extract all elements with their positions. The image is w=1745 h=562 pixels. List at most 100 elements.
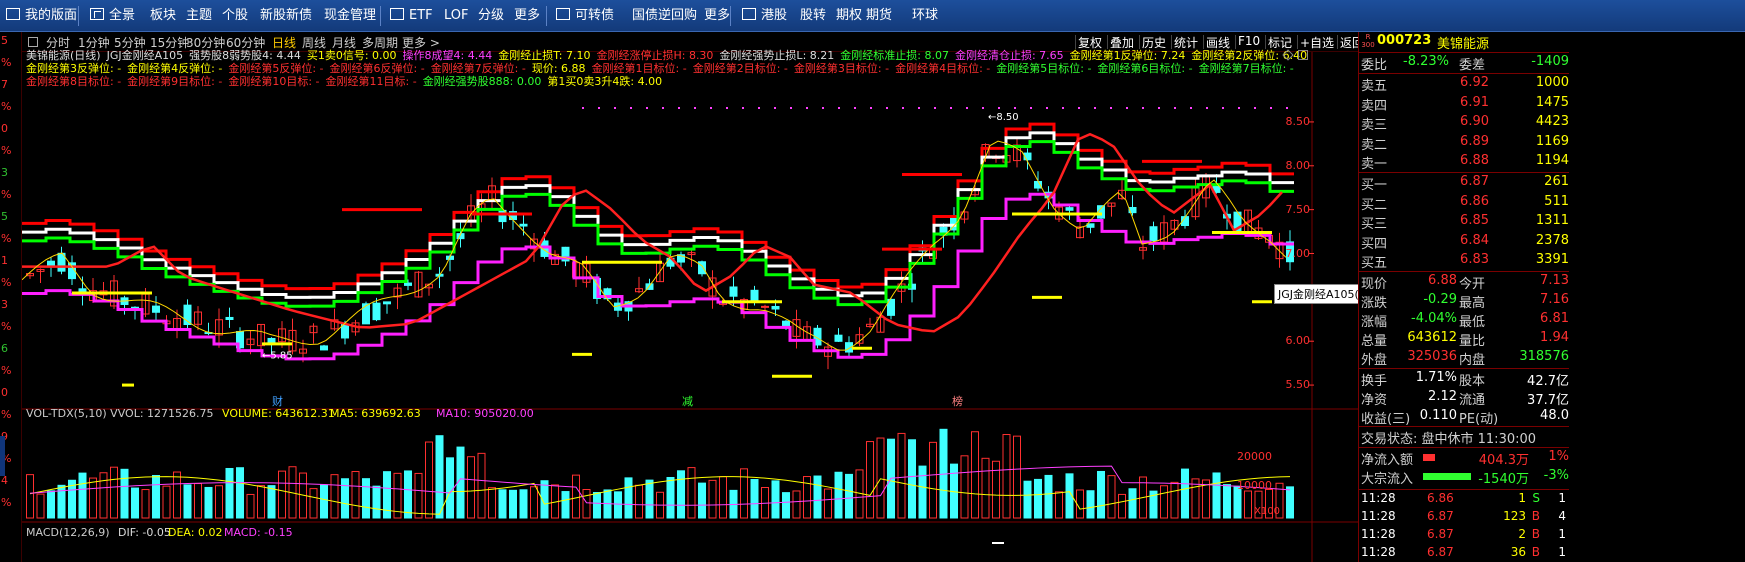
bid-price: 6.83 <box>1460 252 1489 267</box>
indicator-value: 金刚经第5目标位: - <box>996 62 1092 75</box>
candle-body <box>698 261 706 275</box>
menu-14[interactable]: 港股 <box>742 0 787 32</box>
ask-vol: 1475 <box>1535 94 1569 110</box>
trading-app: 我的版面 全景 板块 主题 个股 新股新债 现金管理 ETF LOF 分级 更多 可转债 国债逆回购 更多… <box>0 0 1745 562</box>
volume-bar <box>194 483 202 519</box>
tool-sep <box>1075 35 1076 49</box>
menu-15[interactable]: 股转 <box>800 0 826 32</box>
chart-area[interactable]: 分时 1分钟 5分钟 15分钟 30分钟 60分钟 日线 周线 月线 多周期 更多 > 复权 叠加 历史统… <box>22 32 1512 562</box>
left-strip-text: 0 <box>1 386 8 399</box>
price-tick: 8.00 <box>1285 158 1311 172</box>
dot-mark <box>758 107 760 109</box>
dot-mark <box>790 107 792 109</box>
left-strip-text: % <box>1 100 12 113</box>
dot-mark <box>1254 107 1256 109</box>
row-divider <box>1359 172 1569 173</box>
stock-name[interactable]: 美锦能源 <box>1437 33 1489 52</box>
volume-bar <box>99 472 108 519</box>
volume-bar <box>929 441 937 519</box>
tool-sep <box>1107 35 1108 49</box>
menu-4[interactable]: 个股 <box>222 0 248 32</box>
ask-row: 卖二 6.89 1169 <box>1359 134 1569 153</box>
menu-10[interactable]: 更多 <box>514 0 540 32</box>
menu-5[interactable]: 新股新债 <box>260 0 312 32</box>
dot-mark <box>726 107 728 109</box>
menu-9[interactable]: 分级 <box>478 0 504 32</box>
kline-chart[interactable]: ←8.50 ←5.85 财 减 榜 VOL-TDX(5,10) VVOL: 1271526… <box>22 52 1358 562</box>
ask-price: 6.88 <box>1460 153 1489 168</box>
menu-17[interactable]: 期货 <box>866 0 892 32</box>
menu-separator <box>730 6 731 26</box>
menu-8[interactable]: LOF <box>444 0 469 32</box>
stock-code[interactable]: 000723 <box>1377 33 1431 48</box>
tick-price: 6.87 <box>1427 545 1454 559</box>
event-label: 减 <box>682 395 693 408</box>
volume-bar <box>435 435 444 519</box>
window-icon[interactable] <box>1298 50 1308 60</box>
stat-label2: 今开 <box>1459 277 1486 292</box>
volume-bar <box>341 478 349 519</box>
top-menu-bar: 我的版面 全景 板块 主题 个股 新股新债 现金管理 ETF LOF 分级 更多 可转债 国债逆回购 更多… <box>0 0 1745 32</box>
menu-7[interactable]: ETF <box>390 0 433 32</box>
volume-bar <box>131 487 139 519</box>
row-divider <box>1359 52 1569 53</box>
bid-price: 6.84 <box>1460 232 1489 248</box>
macd-mark <box>992 542 1004 544</box>
bid-label: 买四 <box>1361 236 1388 252</box>
menu-11[interactable]: 可转债 <box>556 0 614 32</box>
menu-1[interactable]: 全景 <box>90 0 135 32</box>
volume-bar <box>750 479 759 519</box>
menu-6[interactable]: 现金管理 <box>324 0 376 32</box>
macd-value: DEA: 0.02 <box>168 526 222 539</box>
bid-price: 6.86 <box>1460 193 1489 209</box>
stat-label2: 量比 <box>1459 334 1486 349</box>
dot-mark <box>646 107 648 109</box>
volume-bar <box>1223 484 1231 519</box>
menu-18[interactable]: 环球 <box>912 0 938 32</box>
left-strip-text: % <box>1 320 12 333</box>
r-badge-icon: R 300 <box>1361 33 1375 49</box>
stat2-label2: 流通 <box>1459 393 1486 408</box>
volume-bar <box>824 488 832 519</box>
tool-5[interactable]: F10 <box>1238 34 1260 48</box>
menu-3[interactable]: 主题 <box>186 0 212 32</box>
menu-13[interactable]: 更多 <box>704 0 730 32</box>
stat2-value2: 42.7亿 <box>1527 374 1569 389</box>
macd-value: DIF: -0.05 <box>118 526 171 539</box>
menu-label: 全景 <box>109 8 136 23</box>
dot-mark <box>1014 107 1016 109</box>
stat-row: 涨幅 -4.04% 最低 6.81 <box>1359 311 1569 330</box>
chart-icon <box>390 8 404 20</box>
volume-bar <box>792 490 801 519</box>
stat-label: 涨幅 <box>1361 315 1388 330</box>
ask-row: 卖五 6.92 1000 <box>1359 75 1569 94</box>
macd-title: MACD(12,26,9) <box>26 526 110 539</box>
volume-bar <box>1055 491 1063 519</box>
webi-value: -8.23% <box>1403 54 1449 69</box>
dot-mark <box>1174 107 1176 109</box>
tick-time: 11:28 <box>1361 527 1396 541</box>
stat-label: 涨跌 <box>1361 296 1388 311</box>
volume-bar <box>666 476 675 519</box>
tick-count: 1 <box>1558 527 1566 541</box>
dot-mark <box>614 107 616 109</box>
indicator-value: 金刚经第7目标位: - <box>1198 62 1294 75</box>
menu-0[interactable]: 我的版面 <box>6 0 77 32</box>
menu-16[interactable]: 期权 <box>836 0 862 32</box>
stat-value: 643612 <box>1407 330 1457 345</box>
bid-row: 买四 6.84 2378 <box>1359 233 1569 252</box>
stat-label: 外盘 <box>1361 353 1388 368</box>
menu-label: 主题 <box>186 8 213 23</box>
toggle-icon[interactable] <box>28 37 38 47</box>
dot-mark <box>1222 107 1224 109</box>
dot-mark <box>1110 107 1112 109</box>
quote-panel: R 300 000723 美锦能源 委比 -8.23% 委差 -1409 卖五 6.92 10… <box>1358 32 1745 562</box>
stat-label: 总量 <box>1361 334 1388 349</box>
dot-mark <box>1030 107 1032 109</box>
ask-row: 卖一 6.88 1194 <box>1359 153 1569 172</box>
dot-mark <box>694 107 696 109</box>
dot-mark <box>1046 107 1048 109</box>
menu-2[interactable]: 板块 <box>150 0 176 32</box>
tool-sep <box>1203 35 1204 49</box>
menu-12[interactable]: 国债逆回购 <box>632 0 697 32</box>
